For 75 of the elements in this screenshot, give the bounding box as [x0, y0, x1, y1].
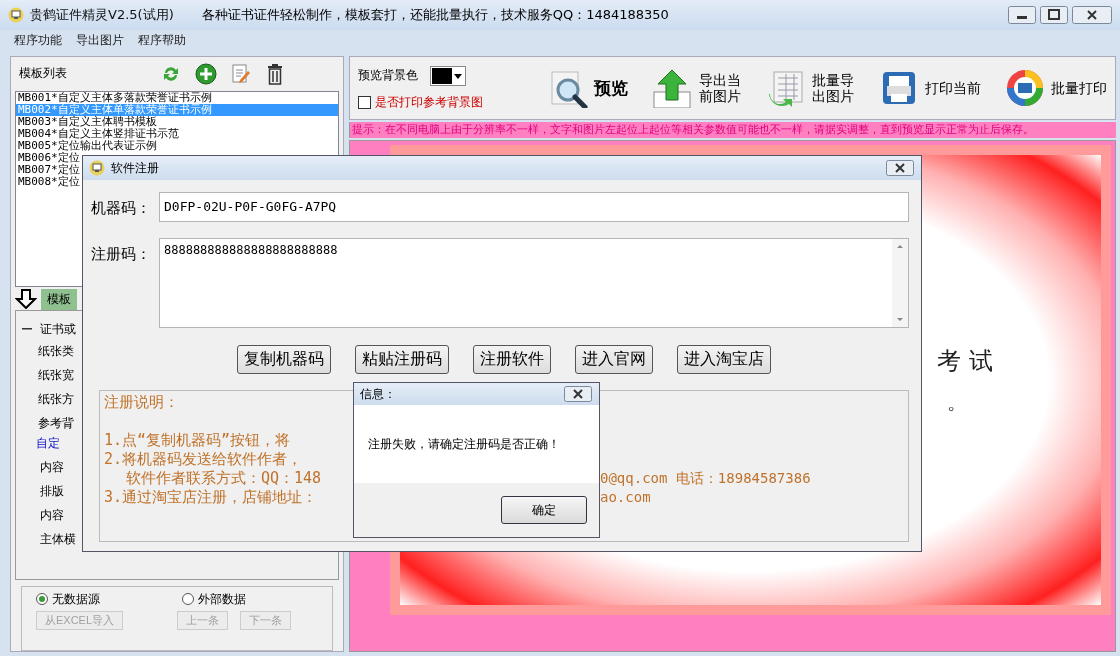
setting-label: 纸张方: [38, 391, 74, 409]
template-item[interactable]: MB003*自定义主体聘书模板: [16, 115, 157, 128]
radio-label[interactable]: 外部数据: [198, 590, 246, 608]
ok-button[interactable]: 确定: [501, 496, 587, 524]
setting-label: 排版: [40, 483, 64, 501]
panel-tab[interactable]: 模板: [41, 288, 77, 310]
edit-icon[interactable]: [231, 62, 251, 85]
instruction-text: 1.点“复制机器码”按钮，将: [104, 431, 292, 450]
magnifier-icon: [548, 68, 589, 108]
tip-text: 提示：在不同电脑上由于分辨率不一样，文字和图片左起位上起位等相关参数值可能也不一样，请据实调整，直到预览显示正常为止后保存。: [349, 122, 1116, 138]
message-text: 注册失败，请确定注册码是否正确！: [368, 435, 560, 453]
template-item[interactable]: MB007*定位: [16, 163, 80, 176]
group-label: 自定: [35, 435, 60, 453]
add-icon[interactable]: [195, 62, 217, 85]
setting-label: 主体横: [40, 531, 76, 549]
dialog-button[interactable]: 复制机器码: [237, 345, 331, 374]
trash-icon[interactable]: [265, 62, 285, 85]
menu-item[interactable]: 导出图片: [76, 31, 124, 49]
template-item[interactable]: MB006*定位: [16, 151, 80, 164]
instruction-text: 0@qq.com 电话：18984587386: [600, 469, 811, 488]
checkbox-label[interactable]: 是否打印参考背景图: [375, 93, 483, 111]
window-title: 贵鹤证件精灵V2.5(试用): [30, 6, 174, 24]
setting-label: 内容: [40, 507, 64, 525]
setting-label: 参考背: [38, 415, 74, 433]
certificate-text: 。: [947, 389, 967, 416]
radio-button[interactable]: [36, 593, 48, 606]
dialog-title: 软件注册: [111, 159, 159, 177]
app-icon: [8, 7, 24, 23]
toolbar-button[interactable]: 打印当前: [879, 68, 981, 108]
minimize-icon[interactable]: [1008, 6, 1036, 24]
instructions-heading: 注册说明：: [104, 393, 179, 412]
field-label: 预览背景色: [358, 67, 418, 84]
setting-label: 纸张宽: [38, 367, 74, 385]
app-icon: [89, 160, 105, 176]
upload-arrow-icon: [652, 68, 693, 108]
radio-label[interactable]: 无数据源: [52, 590, 100, 608]
instruction-text: 2.将机器码发送给软件作者，: [104, 450, 304, 469]
menu-item[interactable]: 程序帮助: [138, 31, 186, 49]
maximize-icon[interactable]: [1040, 6, 1068, 24]
toolbar-button[interactable]: 批量打印: [1005, 68, 1107, 108]
toolbar-button[interactable]: 批量导出图片: [765, 68, 855, 108]
registration-code-field[interactable]: 888888888888888888888888: [159, 238, 909, 328]
color-picker[interactable]: [430, 65, 466, 86]
setting-label: 纸张类: [38, 343, 74, 361]
close-icon[interactable]: [1072, 6, 1112, 24]
dialog-button[interactable]: 进入淘宝店: [677, 345, 771, 374]
toolbar-button[interactable]: 预览: [548, 68, 629, 108]
field-label: 机器码：: [91, 198, 152, 218]
instruction-text: 3.通过淘宝店注册，店铺地址：: [104, 488, 319, 507]
menu-item[interactable]: 程序功能: [14, 31, 62, 49]
template-item[interactable]: MB005*定位输出代表证示例: [16, 139, 157, 152]
setting-label: 内容: [40, 459, 64, 477]
group-label: 证书或: [40, 320, 76, 338]
scrollbar[interactable]: [892, 239, 908, 327]
template-item[interactable]: MB001*自定义主体多落款荣誉证书示例: [16, 91, 212, 104]
close-icon[interactable]: [563, 386, 593, 402]
dialog-title: 信息：: [360, 385, 396, 403]
close-icon[interactable]: [885, 160, 915, 176]
slogan-text: 各种证书证件轻松制作，模板套打，还能批量执行，技术服务QQ：1484188350: [201, 6, 669, 24]
dialog-button[interactable]: 粘贴注册码: [355, 345, 449, 374]
dialog-button[interactable]: 注册软件: [473, 345, 551, 374]
panel-title: 模板列表: [19, 65, 68, 83]
template-item[interactable]: MB008*定位: [16, 175, 80, 188]
toolbar-button[interactable]: 导出当前图片: [652, 68, 742, 108]
certificate-text: 考 试: [937, 346, 993, 377]
field-label: 注册码：: [91, 244, 152, 264]
template-item[interactable]: MB004*自定义主体竖排证书示范: [16, 127, 179, 140]
radio-button[interactable]: [182, 593, 194, 606]
dialog-button[interactable]: 进入官网: [575, 345, 653, 374]
printer-badge-icon: [1005, 68, 1045, 108]
down-arrow-icon[interactable]: [15, 289, 37, 310]
instruction-text: ao.com: [600, 488, 651, 507]
machine-code-field[interactable]: D0FP-02U-P0F-G0FG-A7PQ: [159, 192, 909, 222]
instruction-text: 软件作者联系方式：QQ：148: [125, 469, 323, 488]
checkbox[interactable]: [358, 95, 371, 109]
